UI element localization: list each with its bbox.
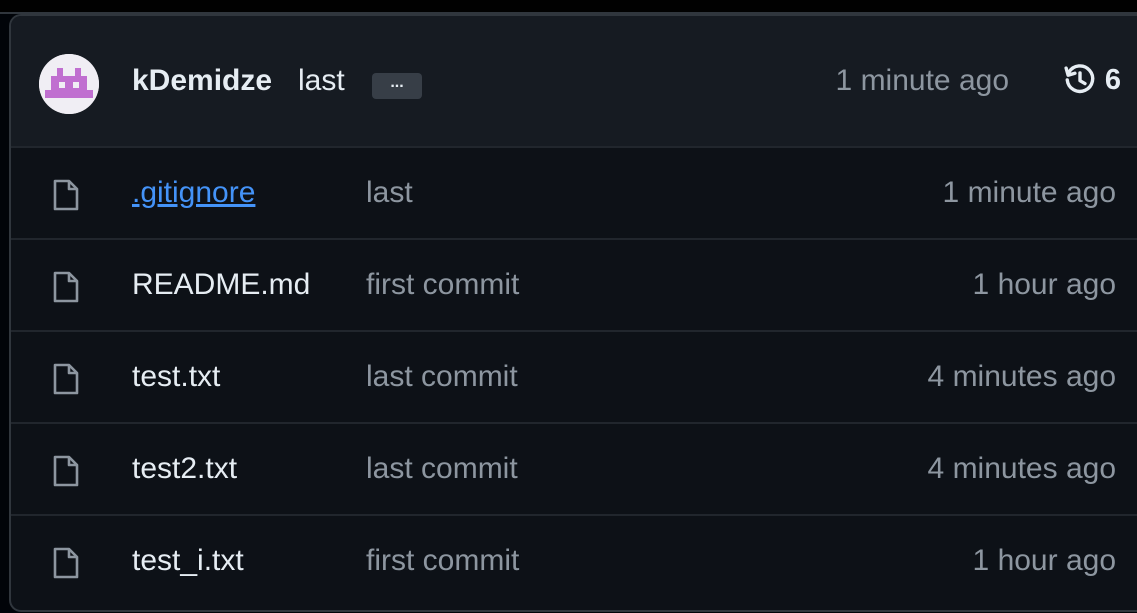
- commit-time[interactable]: 1 minute ago: [836, 64, 1009, 98]
- commit-message-link[interactable]: last: [298, 64, 345, 98]
- file-commit-message-link[interactable]: last commit: [366, 452, 518, 486]
- file-icon: [53, 271, 79, 303]
- file-commit-message-link[interactable]: first commit: [366, 268, 519, 302]
- commit-details-toggle-button[interactable]: ...: [372, 73, 422, 99]
- file-name-link[interactable]: test2.txt: [132, 452, 237, 486]
- file-icon: [53, 179, 79, 211]
- file-row[interactable]: test.txt last commit 4 minutes ago: [11, 330, 1137, 424]
- top-bar: [0, 0, 1137, 14]
- file-icon: [53, 547, 79, 579]
- file-row[interactable]: README.md first commit 1 hour ago: [11, 238, 1137, 332]
- file-commit-message-link[interactable]: last: [366, 176, 413, 210]
- file-commit-time: 4 minutes ago: [927, 360, 1116, 393]
- file-commit-message-link[interactable]: first commit: [366, 544, 519, 578]
- file-list-box: kDemidze last ... 1 minute ago 6 .gitign…: [9, 14, 1137, 612]
- file-icon: [53, 455, 79, 487]
- commit-count: 6: [1104, 63, 1121, 96]
- file-commit-time: 1 minute ago: [942, 176, 1116, 209]
- file-commit-time: 1 hour ago: [972, 268, 1116, 301]
- file-icon: [53, 363, 79, 395]
- commit-history-link[interactable]: 6: [1063, 60, 1121, 100]
- latest-commit-header: kDemidze last ... 1 minute ago 6: [11, 16, 1137, 148]
- file-row[interactable]: test_i.txt first commit 1 hour ago: [11, 514, 1137, 608]
- avatar[interactable]: [39, 54, 99, 114]
- repo-file-browser: kDemidze last ... 1 minute ago 6 .gitign…: [0, 0, 1137, 613]
- identicon-icon: [39, 54, 99, 114]
- file-name-link[interactable]: README.md: [132, 268, 310, 302]
- history-icon: [1064, 64, 1095, 94]
- file-commit-time: 4 minutes ago: [927, 452, 1116, 485]
- file-row[interactable]: test2.txt last commit 4 minutes ago: [11, 422, 1137, 516]
- file-name-link[interactable]: test_i.txt: [132, 544, 244, 578]
- commit-author-link[interactable]: kDemidze: [132, 64, 272, 98]
- file-row[interactable]: .gitignore last 1 minute ago: [11, 146, 1137, 240]
- file-commit-message-link[interactable]: last commit: [366, 360, 518, 394]
- file-name-link[interactable]: test.txt: [132, 360, 220, 394]
- file-name-link[interactable]: .gitignore: [132, 176, 255, 210]
- file-commit-time: 1 hour ago: [972, 544, 1116, 577]
